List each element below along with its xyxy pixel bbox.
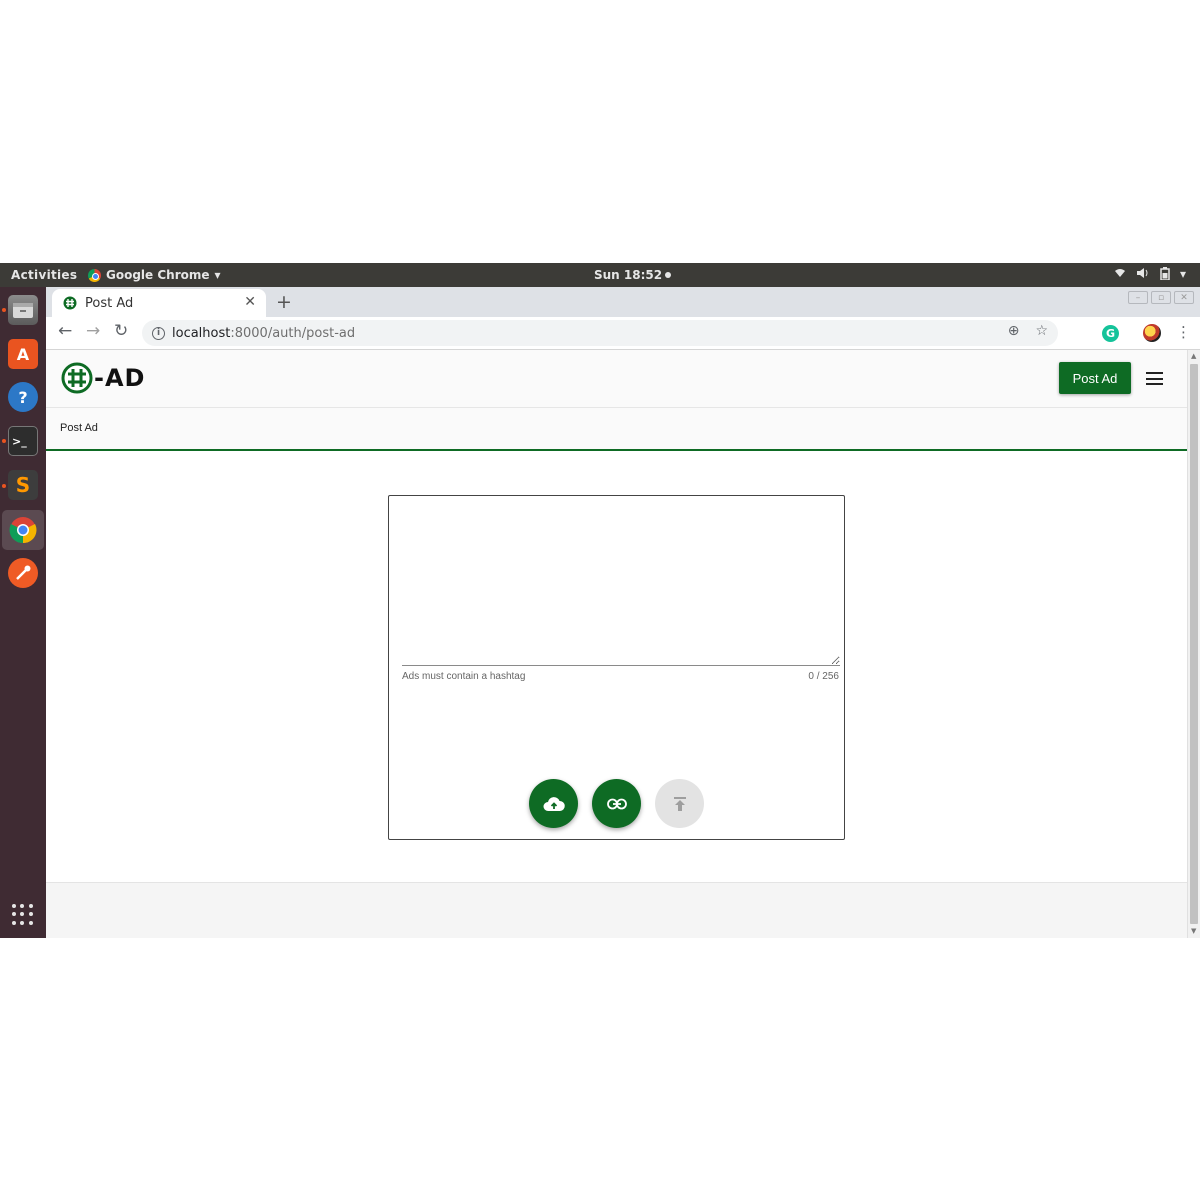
add-link-button[interactable]: [592, 779, 641, 828]
tab-post-ad[interactable]: Post Ad ✕: [52, 289, 266, 317]
hashtag-hint: Ads must contain a hashtag: [402, 671, 526, 682]
scroll-up-icon[interactable]: ▲: [1191, 352, 1196, 360]
wifi-icon: [1114, 267, 1126, 283]
bookmark-star-icon[interactable]: ☆: [1035, 323, 1048, 339]
page-scrollbar[interactable]: ▲ ▼: [1187, 350, 1200, 938]
running-indicator: [2, 484, 6, 488]
tab-title: Post Ad: [85, 295, 134, 311]
new-tab-icon[interactable]: +: [276, 291, 292, 313]
files-icon[interactable]: [8, 295, 38, 325]
clock[interactable]: Sun 18:52: [594, 268, 672, 282]
running-indicator: [2, 439, 6, 443]
volume-icon: [1136, 267, 1150, 283]
system-top-bar: Activities Google Chrome ▾ Sun 18:52 ▾: [0, 263, 1200, 287]
app-footer: [46, 882, 1187, 938]
clock-label: Sun 18:52: [594, 268, 663, 282]
site-info-icon[interactable]: i: [152, 326, 165, 340]
tab-strip: Post Ad ✕ + – ▫ ✕: [46, 287, 1200, 317]
chrome-window: Post Ad ✕ + – ▫ ✕ ← → ↻ i localhost:8000…: [46, 287, 1200, 938]
chrome-icon[interactable]: [8, 515, 38, 545]
chevron-down-icon: ▾: [214, 268, 221, 282]
ad-text-input[interactable]: [402, 504, 840, 666]
breadcrumb-bar: Post Ad: [46, 408, 1187, 451]
publish-ad-button[interactable]: [655, 779, 704, 828]
running-indicator: [2, 308, 6, 312]
activities-button[interactable]: Activities: [11, 268, 77, 282]
browser-toolbar: ← → ↻ i localhost:8000/auth/post-ad ⊕ ☆ …: [46, 317, 1200, 350]
chevron-down-icon: ▾: [1179, 267, 1186, 281]
apps-grid-icon[interactable]: [12, 904, 34, 926]
postman-icon[interactable]: [8, 558, 38, 588]
system-tray[interactable]: ▾: [1114, 267, 1186, 283]
software-center-icon[interactable]: A: [8, 339, 38, 369]
post-ad-button[interactable]: Post Ad: [1059, 362, 1131, 394]
forward-arrow-icon[interactable]: →: [86, 321, 100, 341]
app-header: -AD Post Ad: [46, 350, 1187, 408]
ubuntu-dock: A ? >_ S: [0, 287, 46, 938]
desktop-screen: Activities Google Chrome ▾ Sun 18:52 ▾ A…: [0, 263, 1200, 938]
logo-text: -AD: [94, 364, 146, 392]
url-path: :8000/auth/post-ad: [230, 325, 356, 341]
page-viewport: -AD Post Ad Post Ad Ads must contain a h…: [46, 350, 1200, 938]
location-icon[interactable]: ⊕: [1008, 323, 1020, 339]
upload-image-button[interactable]: [529, 779, 578, 828]
terminal-icon[interactable]: >_: [8, 426, 38, 456]
window-controls: – ▫ ✕: [1128, 291, 1194, 304]
battery-icon: [1160, 267, 1170, 283]
grammarly-extension-icon[interactable]: G: [1102, 325, 1119, 342]
cloud-upload-icon: [543, 796, 565, 811]
help-icon[interactable]: ?: [8, 382, 38, 412]
reload-icon[interactable]: ↻: [114, 321, 128, 341]
post-ad-card: Ads must contain a hashtag 0 / 256: [388, 495, 845, 840]
close-window-button[interactable]: ✕: [1174, 291, 1194, 304]
logo[interactable]: -AD: [61, 362, 145, 394]
url-host: localhost: [172, 325, 231, 341]
character-counter: 0 / 256: [808, 671, 839, 682]
app-menu-label: Google Chrome: [106, 268, 210, 282]
extension-avatar-icon[interactable]: [1143, 324, 1161, 342]
hashtag-favicon-icon: [63, 296, 77, 310]
maximize-window-button[interactable]: ▫: [1151, 291, 1171, 304]
back-arrow-icon[interactable]: ←: [58, 321, 72, 341]
scrollbar-thumb[interactable]: [1190, 364, 1198, 924]
breadcrumb: Post Ad: [60, 422, 98, 434]
publish-icon: [673, 796, 686, 811]
address-bar[interactable]: i localhost:8000/auth/post-ad ⊕ ☆: [142, 320, 1058, 346]
hashtag-logo-icon: [61, 362, 93, 394]
hamburger-menu-icon[interactable]: [1146, 372, 1163, 385]
chrome-icon: [88, 268, 101, 282]
scroll-down-icon[interactable]: ▼: [1191, 927, 1196, 935]
app-menu[interactable]: Google Chrome ▾: [88, 268, 221, 282]
minimize-window-button[interactable]: –: [1128, 291, 1148, 304]
notification-dot-icon: [665, 272, 672, 278]
chrome-menu-icon[interactable]: ⋮: [1176, 323, 1191, 341]
close-tab-icon[interactable]: ✕: [244, 294, 256, 310]
sublime-text-icon[interactable]: S: [8, 470, 38, 500]
link-icon: [606, 798, 627, 809]
